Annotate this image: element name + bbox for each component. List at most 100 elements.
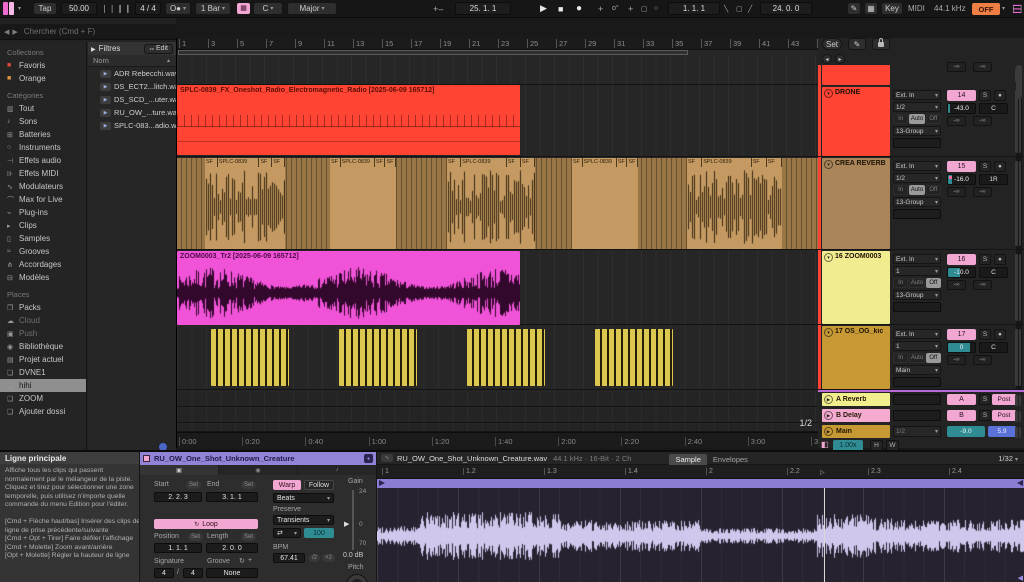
sample-loop-bar[interactable] xyxy=(377,479,1024,488)
input-type-menu[interactable]: Ext. In▾ xyxy=(893,161,941,171)
clip-title-bar[interactable]: RU_OW_One_Shot_Unknown_Creature ● xyxy=(140,452,376,465)
sort-icon[interactable]: ▲ xyxy=(166,58,171,64)
sidebar-item-samples[interactable]: ▯Samples xyxy=(0,232,86,245)
sidebar-item-favoris[interactable]: ■Favoris xyxy=(0,59,86,72)
tab-envelope[interactable]: ♪ xyxy=(298,465,376,475)
volume-field[interactable]: -10.0 xyxy=(947,267,976,278)
loop-end-marker[interactable] xyxy=(1017,480,1023,486)
bpm-field[interactable]: 67.41 xyxy=(273,553,305,563)
sidebar-item-orange[interactable]: ■Orange xyxy=(0,72,86,85)
clip-group-crea[interactable]: SFSPLC-0839SFSF xyxy=(205,158,285,249)
file-list-item[interactable]: ▶DS_ECT2...litch.wav xyxy=(88,80,176,93)
scale-menu[interactable]: Major▾ xyxy=(287,2,337,15)
arm-button[interactable]: ● xyxy=(994,161,1006,172)
punch-region-icon[interactable]: ▢ xyxy=(641,2,648,15)
time-signature-field[interactable]: 4 / 4 xyxy=(135,2,161,15)
clip-group-crea[interactable]: SFSPLC-0839SFSF xyxy=(572,158,638,249)
output-channel-box[interactable] xyxy=(893,138,941,148)
sidebar-item-zoom[interactable]: ❏ZOOM xyxy=(0,392,86,405)
position-field[interactable]: 1. 1. 1 xyxy=(154,543,202,553)
groove-amount-menu[interactable]: O●▾ xyxy=(165,2,191,15)
sidebar-item-clips[interactable]: ▸Clips xyxy=(0,219,86,232)
volume-field[interactable]: -16.0 xyxy=(947,174,976,185)
pan-field[interactable]: C xyxy=(979,103,1008,114)
sidebar-item-effets-midi[interactable]: ⊪Effets MIDI xyxy=(0,167,86,180)
arm-button[interactable]: ● xyxy=(994,90,1006,101)
main-volume-field[interactable]: -9.0 xyxy=(947,426,985,437)
loop-icon[interactable]: ▢ xyxy=(736,2,743,15)
play-icon[interactable]: ▶ xyxy=(824,427,833,436)
return-io-box[interactable] xyxy=(893,410,941,421)
tab-sample[interactable]: Sample xyxy=(669,454,706,465)
solo-button[interactable]: S xyxy=(979,90,991,101)
sidebar-item-batteries[interactable]: ⊞Batteries xyxy=(0,128,86,141)
follow-toggle[interactable]: Follow xyxy=(304,480,334,490)
gain-value[interactable]: 0.0 dB xyxy=(343,552,363,559)
key-root-menu[interactable]: C▾ xyxy=(253,2,283,15)
send-a[interactable]: -∞ xyxy=(947,62,966,72)
tap-tempo-button[interactable]: Tap xyxy=(33,2,57,15)
draw-mode-icon[interactable]: ✎ xyxy=(847,2,861,15)
lane-crea-reverb[interactable]: SFSPLC-0839SFSF SFSPLC-0839SFSF SFSPLC-083… xyxy=(177,158,820,250)
loop-brace[interactable] xyxy=(178,50,688,55)
file-list-item[interactable]: ▶ADR Rebecchi.wav xyxy=(88,67,176,80)
send-a[interactable]: -∞ xyxy=(947,116,966,126)
clip-group-crea[interactable]: SFSPLC-0839SFSF xyxy=(330,158,396,249)
solo-button[interactable]: S xyxy=(979,329,991,340)
scale-keyboard-icon[interactable]: ▦ xyxy=(237,3,250,14)
sidebar-item-tout[interactable]: ▥Tout xyxy=(0,102,86,115)
cue-volume-field[interactable]: 5.9 xyxy=(988,426,1016,437)
browser-search[interactable]: ◀ ▶ Chercher (Cmd + F) xyxy=(0,24,176,40)
sidebar-item-hihi[interactable]: ❏hihi xyxy=(0,379,86,392)
link-indicator[interactable] xyxy=(3,2,8,15)
length-set-button[interactable]: Set xyxy=(241,533,256,541)
position-set-button[interactable]: Set xyxy=(188,533,203,541)
sidebar-item-grooves[interactable]: ≈Grooves xyxy=(0,245,86,258)
start-set-button[interactable]: Set xyxy=(186,481,201,489)
lane-zoom[interactable]: ZOOM0003_Tr2 [2025-06-09 165712] xyxy=(177,251,820,325)
preview-speaker-icon[interactable] xyxy=(158,442,168,450)
transients-menu[interactable]: Transients▾ xyxy=(273,515,334,525)
return-header[interactable]: ▶A Reverb xyxy=(822,393,890,406)
midi-map-button[interactable]: MIDI xyxy=(908,2,925,15)
cue-out-menu[interactable]: 1/2▾ xyxy=(893,426,941,437)
send-b[interactable]: -∞ xyxy=(973,116,992,126)
lane-drone[interactable]: SPLC-0839_FX_Oneshot_Radio_Electromagnet… xyxy=(177,85,820,157)
sidebar-item-biblioth-que[interactable]: ◉Bibliothèque xyxy=(0,340,86,353)
tab-envelopes[interactable]: Envelopes xyxy=(707,454,754,465)
follow-icon[interactable]: +– xyxy=(433,2,443,15)
loop-start-field[interactable]: 1. 1. 1 xyxy=(668,2,720,15)
overdub-icon[interactable]: o° xyxy=(612,2,619,15)
warp-markers[interactable] xyxy=(177,115,520,127)
quantize-menu[interactable]: 1 Bar▾ xyxy=(195,2,231,15)
lane-return-b[interactable] xyxy=(177,408,820,423)
pan-field[interactable]: C xyxy=(979,342,1008,353)
gain-thumb[interactable]: ▶ xyxy=(344,520,349,528)
groove-commit-icon[interactable]: ↻ xyxy=(239,557,245,565)
clip-group-kick[interactable] xyxy=(339,329,417,386)
clip-group-kick[interactable] xyxy=(595,329,673,386)
track-header[interactable]: ▾DRONE xyxy=(822,87,890,156)
prev-marker-icon[interactable]: ◂ xyxy=(822,54,832,64)
send-b[interactable]: -∞ xyxy=(973,280,992,290)
volume-field[interactable]: 0 xyxy=(947,342,976,353)
sidebar-item-sons[interactable]: ♪Sons xyxy=(0,115,86,128)
bpm-half-button[interactable]: /2 xyxy=(309,554,320,562)
clip-group-crea[interactable]: SFSPLC-0839SFSF xyxy=(447,158,535,249)
crossfade-icon[interactable]: ◧ xyxy=(821,440,829,449)
file-list-item[interactable]: ▶DS_SCD_...uter.wav xyxy=(88,93,176,106)
return-header[interactable]: ▶B Delay xyxy=(822,409,890,422)
punch-in-icon[interactable]: ╲ xyxy=(724,2,728,15)
key-map-button[interactable]: Key xyxy=(881,2,903,15)
capture-icon[interactable]: + xyxy=(628,2,633,15)
file-list-item[interactable]: ▶SPLC-083...adio.wav xyxy=(88,119,176,132)
forward-icon[interactable]: ▶ xyxy=(12,28,17,36)
stop-icon[interactable]: ■ xyxy=(558,2,563,15)
sidebar-item-dvne1[interactable]: ❏DVNE1 xyxy=(0,366,86,379)
monitor-switch[interactable]: InAutoOff xyxy=(893,278,941,288)
sidebar-item-max-for-live[interactable]: ⌒Max for Live xyxy=(0,193,86,206)
input-channel-menu[interactable]: 1▾ xyxy=(893,341,941,351)
play-icon[interactable]: ▶ xyxy=(824,411,833,420)
send-a[interactable]: -∞ xyxy=(947,187,966,197)
fold-icon[interactable]: ▾ xyxy=(824,160,833,169)
